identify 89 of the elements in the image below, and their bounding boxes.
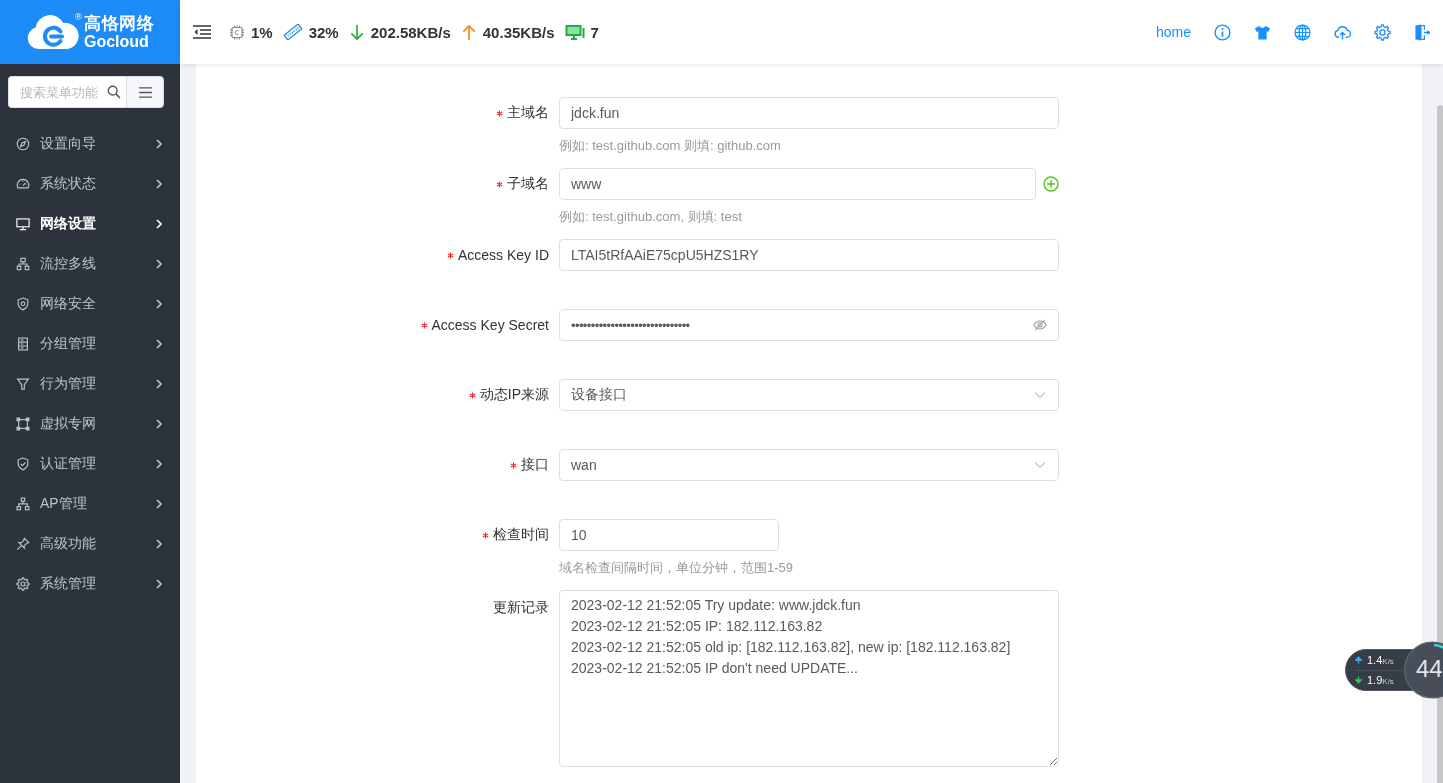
- monitor-icon: [564, 24, 585, 40]
- t-shirt-icon[interactable]: [1253, 23, 1271, 41]
- text-field[interactable]: LTAI5tRfAAiE75cpU5HZS1RY: [559, 239, 1059, 271]
- registered-mark: ®: [75, 11, 82, 22]
- menu-item[interactable]: AP管理: [0, 484, 180, 524]
- menu-item[interactable]: 分组管理: [0, 324, 180, 364]
- text-field[interactable]: jdck.fun: [559, 97, 1059, 129]
- number-field[interactable]: 10: [559, 519, 779, 551]
- hierarchy-icon: [16, 497, 30, 511]
- chevron-right-icon: [156, 499, 162, 509]
- search-icon[interactable]: [107, 85, 121, 99]
- chip-icon: [229, 23, 245, 41]
- menu-item[interactable]: 设置向导: [0, 124, 180, 164]
- stat-value: 7: [590, 23, 599, 41]
- stat-value: 40.35KB/s: [482, 23, 555, 41]
- compass-icon: [16, 137, 30, 151]
- chevron-right-icon: [156, 179, 162, 189]
- chevron-right-icon: [156, 139, 162, 149]
- text-field[interactable]: www: [559, 168, 1036, 200]
- arrow-down-icon: [348, 23, 365, 41]
- field-label: 主域名: [507, 104, 549, 122]
- menu-item[interactable]: 网络设置: [0, 204, 180, 244]
- chevron-right-icon: [156, 459, 162, 469]
- chevron-right-icon: [156, 539, 162, 549]
- gauge-reading: 44: [1416, 655, 1443, 683]
- stat-value: 1%: [251, 23, 273, 41]
- menu-item[interactable]: 高级功能: [0, 524, 180, 564]
- shield-check-icon: [16, 457, 30, 471]
- stat-value: 32%: [308, 23, 339, 41]
- chevron-down-icon: [1034, 461, 1046, 469]
- shield-icon: [16, 297, 30, 311]
- arrow-up-icon: [460, 23, 477, 41]
- field-label: 接口: [521, 456, 549, 474]
- brand-name: 高恪网络: [84, 13, 154, 33]
- dropdown-field[interactable]: 设备接口: [559, 379, 1059, 411]
- chevron-right-icon: [156, 339, 162, 349]
- brand-name-latin: Gocloud: [84, 32, 150, 51]
- collapse-menu-icon[interactable]: [193, 25, 211, 39]
- password-field[interactable]: ••••••••••••••••••••••••••••••: [559, 309, 1059, 341]
- field-hint: 例如: test.github.com 则填: github.com: [559, 137, 782, 155]
- menu-item[interactable]: 虚拟专网: [0, 404, 180, 444]
- menu-item[interactable]: 网络安全: [0, 284, 180, 324]
- field-label: 更新记录: [493, 599, 549, 617]
- chevron-right-icon: [156, 219, 162, 229]
- monitor-icon: [16, 217, 30, 231]
- menu-icon: [138, 86, 152, 98]
- info-icon[interactable]: [1213, 23, 1231, 41]
- field-label: 动态IP来源: [479, 386, 549, 404]
- eye-slash-icon[interactable]: [1033, 318, 1047, 332]
- gauge-icon: [16, 177, 30, 191]
- menu-item[interactable]: 行为管理: [0, 364, 180, 404]
- exit-door-icon[interactable]: [1413, 23, 1431, 41]
- add-circle-icon[interactable]: [1043, 176, 1059, 192]
- dropdown-field[interactable]: wan: [559, 449, 1059, 481]
- log-textarea[interactable]: 2023-02-12 21:52:05 Try update: www.jdck.fun 2023-02-12 21:52:05 IP: 182.112.163.82 2023-02-12 21:52:05 old ip: [182.112.163.82], new ip: [182.112.163.82] 2023-02-12 21:52:05 IP don't need UPDATE...: [559, 590, 1059, 767]
- pin-icon: [16, 537, 30, 551]
- chevron-right-icon: [156, 419, 162, 429]
- menu-item[interactable]: 系统状态: [0, 164, 180, 204]
- menu-toggle-button[interactable]: [126, 76, 164, 108]
- field-label: 子域名: [507, 175, 549, 193]
- field-label: 检查时间: [493, 526, 549, 544]
- cabinet-icon: [16, 337, 30, 351]
- chevron-right-icon: [156, 259, 162, 269]
- funnel-icon: [16, 377, 30, 391]
- menu-item[interactable]: 系统管理: [0, 564, 180, 604]
- chevron-right-icon: [156, 579, 162, 589]
- gear-icon: [16, 577, 30, 591]
- upload-speed: 1.4K/s: [1367, 653, 1394, 666]
- menu-item[interactable]: 流控多线: [0, 244, 180, 284]
- chevron-right-icon: [156, 299, 162, 309]
- chevron-down-icon: [1034, 391, 1046, 399]
- arrow-up-icon: [1355, 655, 1362, 664]
- cloud-logo-icon: [26, 14, 80, 50]
- download-speed: 1.9K/s: [1367, 674, 1394, 687]
- menu-item[interactable]: 认证管理: [0, 444, 180, 484]
- chevron-right-icon: [156, 379, 162, 389]
- globe-icon[interactable]: [1293, 23, 1311, 41]
- settings-icon[interactable]: [1373, 23, 1391, 41]
- memory-stick-icon: [282, 24, 303, 40]
- stat-value: 202.58KB/s: [370, 23, 451, 41]
- cloud-upload-icon[interactable]: [1333, 23, 1351, 41]
- arrow-down-icon: [1355, 676, 1362, 685]
- field-label: Access Key ID: [457, 247, 549, 263]
- field-hint: 域名检查间隔时间，单位分钟，范围1-59: [559, 559, 795, 577]
- field-hint: 例如: test.github.com, 则填: test: [559, 208, 743, 226]
- field-label: Access Key Secret: [431, 317, 549, 333]
- menu-search-field[interactable]: 搜索菜单功能: [8, 76, 126, 108]
- frame-icon: [16, 417, 30, 431]
- sitemap-icon: [16, 257, 30, 271]
